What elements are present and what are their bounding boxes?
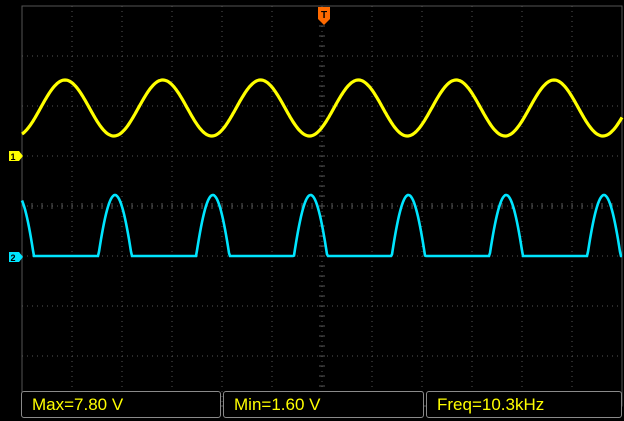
oscilloscope-screen: 1 2 T xyxy=(0,0,624,421)
trigger-marker-label: T xyxy=(321,10,327,21)
graticule-grid xyxy=(21,5,623,407)
channel-1-waveform xyxy=(21,78,624,138)
channel-1-marker[interactable]: 1 xyxy=(9,151,23,162)
measurement-min: Min=1.60 V xyxy=(223,391,424,418)
measurement-max: Max=7.80 V xyxy=(21,391,221,418)
trigger-position-marker[interactable]: T xyxy=(318,7,330,25)
measurement-frequency: Freq=10.3kHz xyxy=(426,391,622,418)
channel-2-marker[interactable]: 2 xyxy=(9,252,23,263)
channel-1-marker-label: 1 xyxy=(10,152,15,162)
channel-2-marker-label: 2 xyxy=(10,253,15,263)
